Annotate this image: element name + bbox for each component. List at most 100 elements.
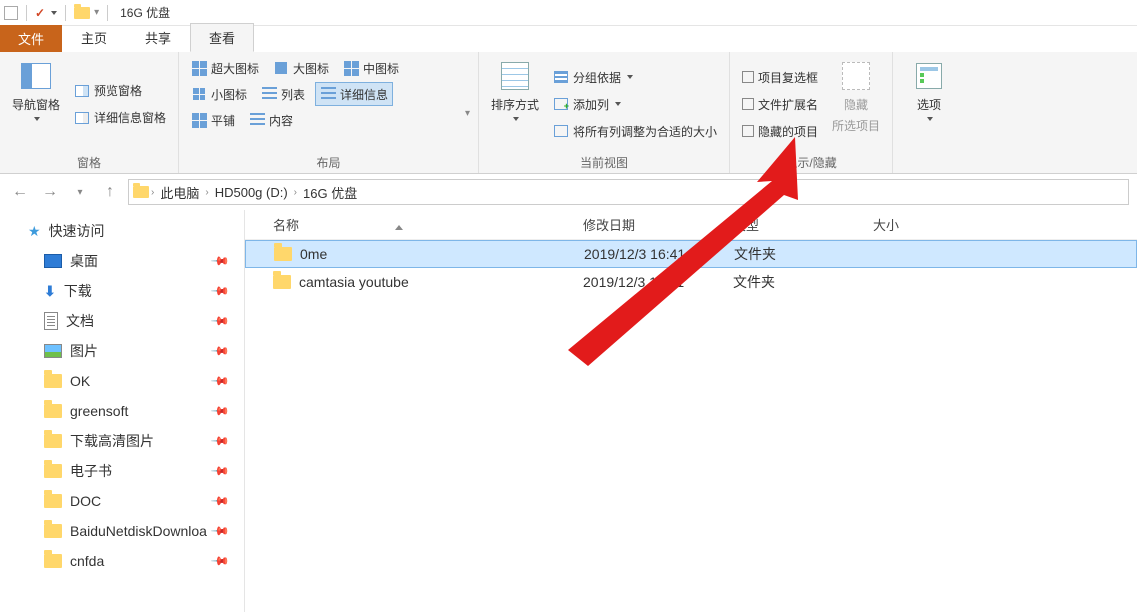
column-header-date[interactable]: 修改日期	[575, 215, 725, 234]
sidebar-item-label: 图片	[70, 341, 98, 361]
sort-by-button[interactable]: 排序方式	[487, 56, 543, 152]
sidebar-item[interactable]: 下载高清图片📌	[0, 426, 244, 456]
chevron-down-icon	[627, 75, 633, 79]
sidebar-item-label: BaiduNetdiskDownloa	[70, 523, 207, 539]
layout-extra-large-label: 超大图标	[211, 60, 259, 77]
window-title: 16G 优盘	[120, 4, 170, 21]
layout-list-label: 列表	[281, 86, 305, 103]
breadcrumb[interactable]: › 此电脑 › HD500g (D:) › 16G 优盘	[128, 179, 1129, 205]
address-bar: ← → ▾ ↑ › 此电脑 › HD500g (D:) › 16G 优盘	[0, 174, 1137, 210]
sort-ascending-icon	[395, 225, 403, 230]
table-row[interactable]: camtasia youtube2019/12/3 16:41文件夹	[245, 268, 1137, 296]
sidebar-quick-access[interactable]: ★ 快速访问	[0, 216, 244, 246]
sidebar-item[interactable]: BaiduNetdiskDownloa📌	[0, 516, 244, 546]
navigation-sidebar: ★ 快速访问 桌面📌⬇下载📌文档📌图片📌OK📌greensoft📌下载高清图片📌…	[0, 210, 245, 612]
group-by-label: 分组依据	[573, 69, 621, 86]
layout-small[interactable]: 小图标	[187, 82, 251, 106]
preview-pane-button[interactable]: 预览窗格	[70, 79, 170, 103]
nav-up-button[interactable]: ↑	[98, 180, 122, 204]
group-by-button[interactable]: 分组依据	[549, 65, 721, 89]
qat-properties-icon[interactable]: ✓	[35, 6, 45, 20]
hide-selected-button[interactable]: 隐藏 所选项目	[828, 56, 884, 152]
layout-content[interactable]: 内容	[245, 108, 297, 132]
nav-back-button[interactable]: ←	[8, 180, 32, 204]
layout-medium-label: 中图标	[363, 60, 399, 77]
folder-icon	[44, 524, 62, 538]
details-pane-button[interactable]: 详细信息窗格	[70, 106, 170, 130]
list-icon	[261, 86, 277, 102]
item-checkboxes-label: 项目复选框	[758, 69, 818, 86]
column-header-size[interactable]: 大小	[865, 215, 965, 234]
navigation-pane-button[interactable]: 导航窗格	[8, 56, 64, 152]
group-label-options	[901, 155, 957, 171]
folder-icon	[44, 434, 62, 448]
column-header-type[interactable]: 类型	[725, 215, 865, 234]
sidebar-item[interactable]: DOC📌	[0, 486, 244, 516]
qat-customize-icon[interactable]: ▾	[94, 7, 99, 18]
document-icon	[44, 312, 58, 330]
sidebar-item[interactable]: 文档📌	[0, 306, 244, 336]
quick-access-toolbar: ✓ ▾	[4, 5, 112, 21]
file-date: 2019/12/3 16:41	[575, 274, 725, 290]
crumb-this-pc[interactable]: 此电脑	[156, 183, 203, 202]
checkbox-icon	[742, 71, 754, 83]
tab-share[interactable]: 共享	[126, 23, 190, 52]
file-extensions-toggle[interactable]: 文件扩展名	[738, 92, 822, 116]
ribbon-group-show-hide: 项目复选框 文件扩展名 隐藏的项目 隐藏 所选项目 显示/隐藏	[730, 52, 893, 173]
add-column-button[interactable]: +添加列	[549, 92, 721, 116]
chevron-down-icon	[615, 102, 621, 106]
hidden-items-toggle[interactable]: 隐藏的项目	[738, 119, 822, 143]
sidebar-item-label: OK	[70, 373, 90, 389]
chevron-right-icon[interactable]: ›	[294, 187, 297, 198]
layout-tiles-label: 平铺	[211, 112, 235, 129]
sidebar-item-label: 电子书	[70, 461, 112, 481]
sidebar-item-label: 下载	[64, 281, 92, 301]
sidebar-item[interactable]: 桌面 📌	[0, 246, 244, 276]
table-row[interactable]: 0me2019/12/3 16:41文件夹	[245, 240, 1137, 268]
item-checkboxes-toggle[interactable]: 项目复选框	[738, 65, 822, 89]
pin-icon: 📌	[210, 341, 230, 361]
ribbon-group-options: 选项	[893, 52, 965, 173]
sidebar-item-label: cnfda	[70, 553, 104, 569]
nav-forward-button[interactable]: →	[38, 180, 62, 204]
column-header-name[interactable]: 名称	[245, 215, 575, 234]
sidebar-item[interactable]: greensoft📌	[0, 396, 244, 426]
layout-more-icon[interactable]: ▾	[465, 108, 470, 132]
layout-medium[interactable]: 中图标	[339, 56, 403, 80]
tab-view[interactable]: 查看	[190, 23, 254, 52]
qat-dropdown-icon[interactable]	[51, 11, 57, 15]
options-button[interactable]: 选项	[901, 56, 957, 155]
details-icon	[320, 86, 336, 102]
small-icon	[191, 86, 207, 102]
chevron-right-icon[interactable]: ›	[151, 187, 154, 198]
pin-icon: 📌	[210, 431, 230, 451]
chevron-right-icon[interactable]: ›	[205, 187, 208, 198]
layout-content-label: 内容	[269, 112, 293, 129]
sidebar-item-label: 桌面	[70, 251, 98, 271]
layout-list[interactable]: 列表	[257, 82, 309, 106]
nav-recent-button[interactable]: ▾	[68, 180, 92, 204]
crumb-drive[interactable]: HD500g (D:)	[211, 185, 292, 200]
group-label-show-hide: 显示/隐藏	[738, 152, 884, 171]
folder-icon	[44, 464, 62, 478]
sidebar-item[interactable]: OK📌	[0, 366, 244, 396]
chevron-down-icon	[513, 117, 519, 121]
options-label: 选项	[917, 96, 941, 113]
tab-home[interactable]: 主页	[62, 23, 126, 52]
pin-icon: 📌	[210, 551, 230, 571]
pin-icon: 📌	[210, 251, 230, 271]
crumb-folder[interactable]: 16G 优盘	[299, 183, 361, 202]
sidebar-item[interactable]: 电子书📌	[0, 456, 244, 486]
pin-icon: 📌	[210, 311, 230, 331]
layout-large[interactable]: 大图标	[269, 56, 333, 80]
add-column-label: 添加列	[573, 96, 609, 113]
layout-details[interactable]: 详细信息	[315, 82, 393, 106]
tab-file[interactable]: 文件	[0, 25, 62, 52]
layout-extra-large[interactable]: 超大图标	[187, 56, 263, 80]
sidebar-item[interactable]: cnfda 📌	[0, 546, 244, 576]
sidebar-item[interactable]: 图片 📌	[0, 336, 244, 366]
layout-tiles[interactable]: 平铺	[187, 108, 239, 132]
system-menu-icon[interactable]	[4, 6, 18, 20]
autosize-columns-button[interactable]: 将所有列调整为合适的大小	[549, 119, 721, 143]
sidebar-item[interactable]: ⬇下载📌	[0, 276, 244, 306]
